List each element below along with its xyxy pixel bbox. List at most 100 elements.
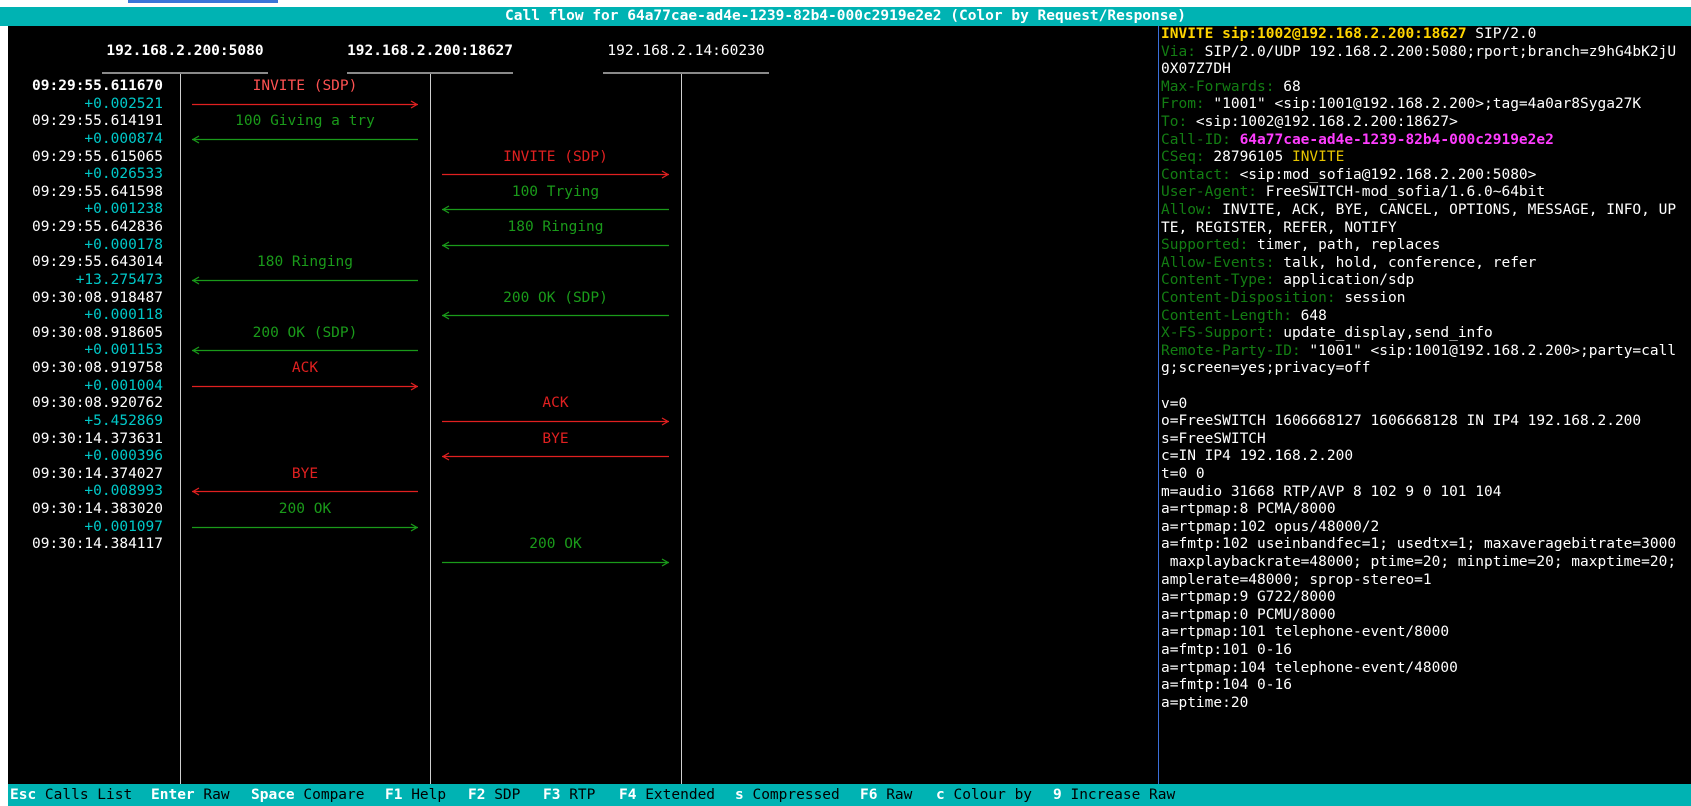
shortcut-f4[interactable]: F4 Extended — [619, 784, 715, 806]
message-label[interactable]: BYE — [185, 466, 425, 482]
message-delta: +0.001153 — [84, 342, 163, 359]
host-label: 192.168.2.200:18627 — [347, 43, 513, 59]
shortcut-key: F1 — [385, 787, 403, 803]
shortcut-label: Compare — [294, 787, 365, 803]
terminal-window: 192.168.2.200:5080 192.168.2.200:18627 192… — [8, 26, 1691, 784]
sdp-line: o=FreeSWITCH 1606668127 1606668128 IN IP… — [1161, 413, 1642, 430]
message-timestamp[interactable]: 09:30:08.918487 — [8, 290, 163, 306]
shortcut-c[interactable]: c Colour by — [936, 784, 1032, 806]
left-arrow-icon[interactable] — [192, 346, 418, 355]
shortcut-enter[interactable]: Enter Raw — [151, 784, 230, 806]
sip-header-line: Supported: timer, path, replaces — [1161, 237, 1440, 253]
message-timestamp[interactable]: 09:30:08.920762 — [8, 395, 163, 411]
message-delta: +13.275473 — [75, 271, 163, 288]
shortcut-9[interactable]: 9 Increase Raw — [1053, 784, 1175, 806]
shortcut-space[interactable]: Space Compare — [251, 784, 365, 806]
sip-header-line: Max-Forwards: 68 — [1161, 79, 1301, 95]
header-name: Contact: — [1161, 166, 1231, 183]
left-arrow-icon[interactable] — [442, 311, 669, 320]
right-arrow-icon[interactable] — [442, 558, 669, 567]
shortcut-key: Enter — [151, 787, 195, 803]
sdp-line: maxplaybackrate=48000; ptime=20; minptim… — [1161, 554, 1677, 570]
header-name: X-FS-Support: — [1161, 325, 1275, 342]
shortcut-label: Calls List — [36, 787, 133, 803]
sip-message-detail-panel[interactable]: INVITE sip:1002@192.168.2.200:18627 SIP/… — [1161, 26, 1691, 784]
left-arrow-icon[interactable] — [442, 240, 669, 250]
sip-header-line: 0X07Z7DH — [1161, 61, 1231, 77]
sdp-line: t=0 0 — [1161, 466, 1205, 482]
message-timestamp[interactable]: 09:29:55.615065 — [8, 149, 163, 165]
sip-header-line: TE, REGISTER, REFER, NOTIFY — [1161, 220, 1397, 236]
left-arrow-icon[interactable] — [442, 452, 669, 461]
sip-header-line: Call-ID: 64a77cae-ad4e-1239-82b4-000c291… — [1161, 132, 1554, 148]
host-lifeline — [180, 74, 181, 784]
host-lifeline — [430, 74, 431, 784]
sip-header-line: Content-Length: 648 — [1161, 308, 1327, 324]
message-label[interactable]: INVITE (SDP) — [185, 78, 425, 94]
sip-header-line: X-FS-Support: update_display,send_info — [1161, 325, 1493, 341]
sip-header-line: Contact: <sip:mod_sofia@192.168.2.200:50… — [1161, 167, 1536, 183]
message-label[interactable]: BYE — [436, 431, 676, 447]
message-timestamp[interactable]: 09:29:55.643014 — [8, 254, 163, 270]
shortcut-f3[interactable]: F3 RTP — [543, 784, 595, 806]
host-label: 192.168.2.14:60230 — [607, 43, 765, 59]
message-label[interactable]: 100 Giving a try — [185, 113, 425, 129]
message-label[interactable]: 200 OK — [185, 501, 425, 517]
message-timestamp[interactable]: 09:29:55.642836 — [8, 219, 163, 235]
sdp-line: a=fmtp:104 0-16 — [1161, 677, 1292, 694]
message-label[interactable]: 180 Ringing — [436, 219, 676, 235]
right-arrow-icon[interactable] — [192, 522, 418, 532]
right-arrow-icon[interactable] — [442, 417, 669, 426]
right-arrow-icon[interactable] — [192, 381, 418, 391]
message-timestamp[interactable]: 09:29:55.641598 — [8, 184, 163, 200]
left-arrow-icon[interactable] — [442, 205, 669, 214]
header-name: User-Agent: — [1161, 184, 1258, 201]
sip-header-line: Content-Type: application/sdp — [1161, 272, 1414, 288]
header-name: CSeq: — [1161, 149, 1205, 166]
header-value: <sip:mod_sofia@192.168.2.200:5080> — [1230, 166, 1537, 183]
sdp-line: s=FreeSWITCH — [1161, 430, 1266, 447]
left-arrow-icon[interactable] — [192, 276, 418, 285]
right-arrow-icon[interactable] — [192, 99, 418, 109]
message-label[interactable]: 200 OK — [436, 536, 676, 552]
sdp-line: a=fmtp:102 useinbandfec=1; usedtx=1; max… — [1161, 536, 1677, 553]
header-value: SIP/2.0/UDP 192.168.2.200:5080;rport;bra… — [1195, 43, 1677, 60]
message-label[interactable]: 100 Trying — [436, 184, 676, 200]
message-delta: +0.002521 — [84, 95, 163, 112]
message-label[interactable]: ACK — [185, 360, 425, 376]
sdp-line: a=rtpmap:0 PCMU/8000 — [1161, 606, 1336, 623]
shortcut-esc[interactable]: Esc Calls List — [10, 784, 132, 806]
left-arrow-icon[interactable] — [192, 487, 418, 496]
message-label[interactable]: 200 OK (SDP) — [436, 290, 676, 306]
message-label[interactable]: 200 OK (SDP) — [185, 325, 425, 341]
message-delta: +0.001238 — [84, 201, 163, 218]
left-arrow-icon[interactable] — [192, 135, 418, 144]
message-timestamp[interactable]: 09:30:14.373631 — [8, 431, 163, 447]
shortcut-f2[interactable]: F2 SDP — [468, 784, 520, 806]
right-arrow-icon[interactable] — [442, 170, 669, 179]
message-timestamp[interactable]: 09:30:08.918605 — [8, 325, 163, 341]
message-timestamp[interactable]: 09:30:14.383020 — [8, 501, 163, 517]
message-timestamp[interactable]: 09:29:55.611670 — [8, 78, 163, 94]
shortcut-f6[interactable]: F6 Raw — [860, 784, 912, 806]
message-timestamp[interactable]: 09:30:14.384117 — [8, 536, 163, 552]
sip-header-line: Content-Disposition: session — [1161, 290, 1405, 306]
message-timestamp[interactable]: 09:29:55.614191 — [8, 113, 163, 129]
message-delta: +0.000118 — [84, 307, 163, 323]
shortcut-label: Help — [402, 787, 447, 803]
active-tab-indicator[interactable] — [128, 0, 278, 3]
header-name: Content-Length: — [1161, 307, 1292, 324]
shortcut-s[interactable]: s Compressed — [735, 784, 840, 806]
sip-header-line: Allow-Events: talk, hold, conference, re… — [1161, 255, 1536, 271]
shortcut-label: Increase Raw — [1061, 787, 1176, 803]
message-label[interactable]: 180 Ringing — [185, 254, 425, 270]
message-label[interactable]: INVITE (SDP) — [436, 149, 676, 165]
sdp-line: a=rtpmap:101 telephone-event/8000 — [1161, 624, 1450, 641]
header-name: Content-Disposition: — [1161, 290, 1336, 306]
shortcut-f1[interactable]: F1 Help — [385, 784, 446, 806]
message-timestamp[interactable]: 09:30:08.919758 — [8, 360, 163, 376]
message-label[interactable]: ACK — [436, 395, 676, 411]
message-delta: +0.001097 — [84, 518, 163, 535]
message-timestamp[interactable]: 09:30:14.374027 — [8, 466, 163, 482]
left-margin — [0, 26, 8, 806]
